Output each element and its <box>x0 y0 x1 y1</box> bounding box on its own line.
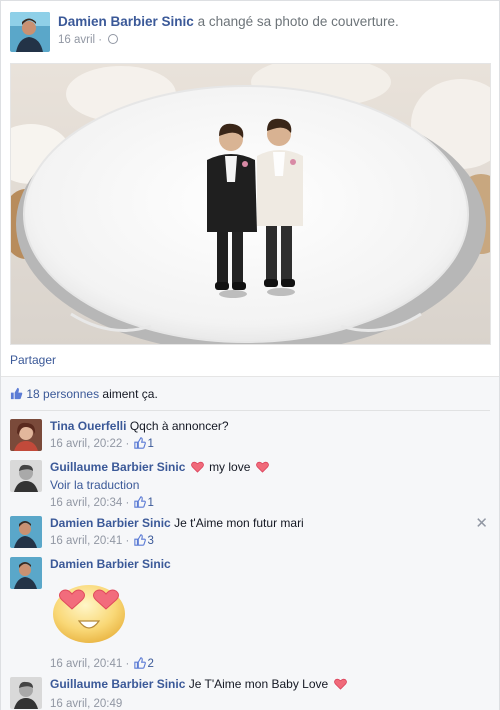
commenter-avatar[interactable] <box>10 460 42 492</box>
comment-author[interactable]: Damien Barbier Sinic <box>50 557 171 571</box>
likes-summary: 18 personnes aiment ça. <box>10 387 158 403</box>
comment-like-count[interactable]: 2 <box>147 658 153 670</box>
commenter-avatar[interactable] <box>10 516 42 548</box>
post-header: Damien Barbier Sinic a changé sa photo d… <box>10 10 490 54</box>
feedback-section: 18 personnes aiment ça. Tina Ouerfelli Q… <box>1 377 499 710</box>
comment-author[interactable]: Damien Barbier Sinic <box>50 516 171 530</box>
heart-eyes-sticker <box>50 579 128 645</box>
close-icon[interactable]: ✕ <box>475 514 488 532</box>
commenter-avatar[interactable] <box>10 557 42 589</box>
comment-text: my love <box>209 460 251 474</box>
commenter-avatar[interactable] <box>10 677 42 709</box>
comment-like-count[interactable]: 1 <box>147 497 153 509</box>
comment-author[interactable]: Guillaume Barbier Sinic <box>50 677 185 691</box>
author-avatar[interactable] <box>10 12 50 52</box>
comment-like-count[interactable]: 1 <box>147 438 153 450</box>
post-date[interactable]: 16 avril <box>58 34 95 46</box>
comment-time[interactable]: 16 avril, 20:22 <box>50 438 122 450</box>
comment-time[interactable]: 16 avril, 20:34 <box>50 497 122 509</box>
comment-time[interactable]: 16 avril, 20:41 <box>50 535 122 547</box>
comment-author[interactable]: Tina Ouerfelli <box>50 419 126 433</box>
comment-text: Qqch à annoncer? <box>129 419 229 433</box>
heart-icon <box>333 678 347 694</box>
share-link[interactable]: Partager <box>10 353 56 367</box>
comment-time[interactable]: 16 avril, 20:41 <box>50 658 122 670</box>
cover-photo[interactable] <box>10 63 491 345</box>
see-translation-link[interactable]: Voir la traduction <box>50 478 470 493</box>
comment-like-count[interactable]: 3 <box>147 535 153 547</box>
post-action-text: a changé sa photo de couverture. <box>197 14 399 29</box>
thumbs-up-icon[interactable] <box>134 496 147 513</box>
thumbs-up-icon[interactable] <box>134 657 147 674</box>
heart-icon <box>255 461 269 477</box>
heart-icon <box>190 461 204 477</box>
comment-time[interactable]: 16 avril, 20:49 <box>50 698 122 710</box>
likes-suffix: aiment ça. <box>102 387 158 401</box>
post-author-link[interactable]: Damien Barbier Sinic <box>58 14 194 29</box>
comment-author[interactable]: Guillaume Barbier Sinic <box>50 460 185 474</box>
thumbs-up-icon[interactable] <box>134 437 147 454</box>
thumbs-up-icon <box>10 387 23 403</box>
globe-icon <box>108 34 119 44</box>
divider <box>10 410 490 411</box>
comment-text: Je t'Aime mon futur mari <box>174 516 304 530</box>
comment-text: Je T'Aime mon Baby Love <box>188 677 329 691</box>
likes-count-link[interactable]: 18 personnes <box>26 387 99 401</box>
commenter-avatar[interactable] <box>10 419 42 451</box>
thumbs-up-icon[interactable] <box>134 534 147 551</box>
post-card: Damien Barbier Sinic a changé sa photo d… <box>0 0 500 710</box>
